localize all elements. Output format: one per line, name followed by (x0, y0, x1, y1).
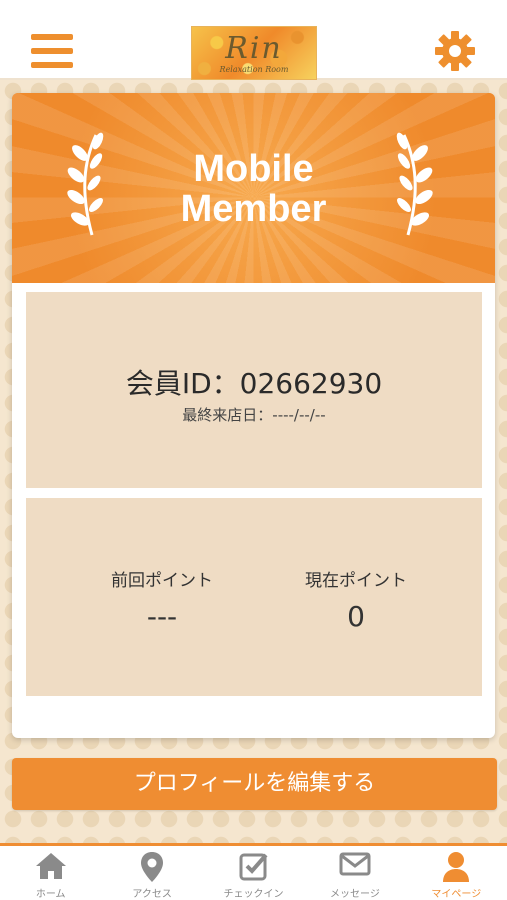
menu-icon[interactable] (31, 34, 73, 70)
member-id-panel: 会員ID：02662930 最終来店日：----/--/-- (26, 292, 482, 488)
logo-subtitle: Relaxation Room (219, 65, 289, 74)
tab-mypage-label: マイページ (431, 889, 482, 900)
member-banner: Mobile Member (12, 93, 495, 283)
current-points-label: 現在ポイント (305, 571, 407, 591)
laurel-icon (396, 132, 433, 236)
gear-icon[interactable] (434, 30, 476, 72)
tab-access[interactable]: アクセス (101, 846, 202, 900)
map-pin-icon (141, 852, 164, 882)
app-header: Rin Relaxation Room (0, 0, 507, 80)
checkin-icon (239, 853, 268, 881)
user-icon (443, 852, 470, 882)
logo-text: Rin (225, 31, 283, 66)
member-id: 会員ID：02662930 (125, 367, 383, 400)
tab-checkin-label: チェックイン (223, 889, 284, 900)
member-card: Mobile Member 会員ID：02662930 最終来店日：----/-… (12, 93, 495, 738)
edit-profile-button[interactable]: プロフィールを編集する (12, 758, 497, 810)
mail-icon (339, 852, 371, 876)
bottom-tab-bar: ホーム アクセス チェックイン メッセージ マイページ (0, 843, 507, 900)
tab-mypage[interactable]: マイページ (406, 846, 507, 900)
tab-access-label: アクセス (132, 889, 172, 900)
points-panel: 前回ポイント --- 現在ポイント 0 (26, 498, 482, 696)
home-icon (35, 853, 66, 879)
tab-home[interactable]: ホーム (0, 846, 101, 900)
tab-checkin[interactable]: チェックイン (203, 846, 304, 900)
tab-home-label: ホーム (35, 889, 66, 900)
last-visit-date: 最終来店日：----/--/-- (182, 406, 326, 424)
current-points-value: 0 (347, 600, 365, 633)
tab-message-label: メッセージ (330, 889, 380, 900)
shop-logo[interactable]: Rin Relaxation Room (191, 26, 317, 80)
previous-points-value: --- (146, 600, 178, 633)
previous-points-label: 前回ポイント (111, 571, 213, 591)
tab-message[interactable]: メッセージ (304, 846, 405, 900)
